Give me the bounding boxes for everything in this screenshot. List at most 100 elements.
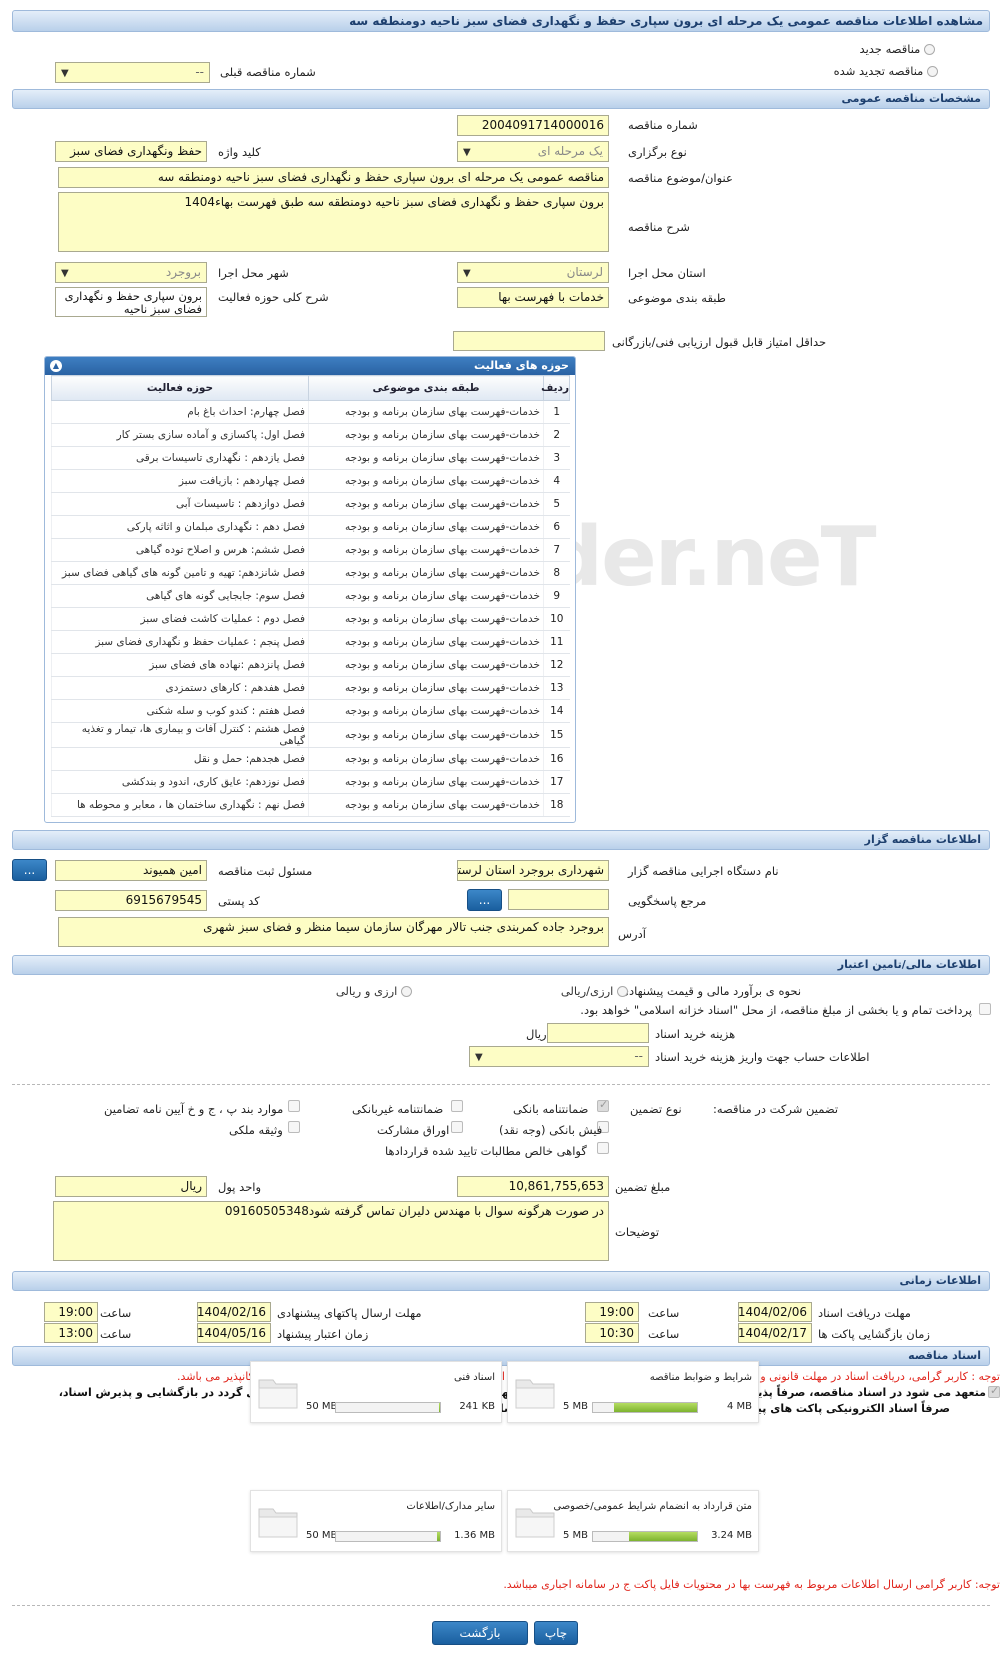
- back-button[interactable]: بازگشت: [432, 1621, 528, 1645]
- category-field[interactable]: خدمات با فهرست بها: [457, 287, 609, 308]
- row-activity: فصل دوازدهم : تاسیسات آبی: [51, 492, 309, 516]
- folder-icon: [258, 1508, 298, 1538]
- doc-deadline-time[interactable]: 19:00: [585, 1302, 639, 1322]
- document-file-card[interactable]: سایر مدارک/اطلاعات 50 MB 1.36 MB: [250, 1490, 502, 1552]
- doc-cost-field[interactable]: [547, 1023, 649, 1043]
- postal-field[interactable]: 6915679545: [55, 890, 207, 911]
- bank-guarantee-checkbox[interactable]: [597, 1098, 609, 1112]
- tender-number-field[interactable]: 2004091714000016: [457, 115, 609, 136]
- reference-field[interactable]: [508, 889, 609, 910]
- table-row: 5 خدمات-فهرست بهای سازمان برنامه و بودجه ف…: [51, 492, 570, 516]
- section-organizer: اطلاعات مناقصه گزار: [12, 830, 990, 850]
- province-select[interactable]: لرستان ▼: [457, 262, 609, 283]
- guarantee-amount-field[interactable]: 10,861,755,653: [457, 1176, 609, 1197]
- new-tender-radio[interactable]: مناقصه جدید: [860, 42, 935, 56]
- divider: [12, 1605, 990, 1606]
- holding-type-select[interactable]: یک مرحله ای ▼: [457, 141, 609, 162]
- prev-number-label: شماره مناقصه قبلی: [220, 65, 316, 79]
- table-row: 6 خدمات-فهرست بهای سازمان برنامه و بودجه ف…: [51, 515, 570, 539]
- document-file-card[interactable]: متن قرارداد به انضمام شرایط عمومی/خصوصی 5…: [507, 1490, 759, 1552]
- radio-currency-and-rial[interactable]: [401, 986, 412, 997]
- treasury-checkbox[interactable]: [979, 1003, 991, 1015]
- validity-date[interactable]: 1404/05/16: [197, 1323, 271, 1343]
- section-general: مشخصات مناقصه عمومی: [12, 89, 990, 109]
- opt-currency-and-rial[interactable]: ارزی و ریالی: [336, 984, 412, 998]
- registrar-label: مسئول ثبت مناقصه: [218, 864, 313, 878]
- property-deposit-checkbox[interactable]: [288, 1121, 300, 1133]
- row-category: خدمات-فهرست بهای سازمان برنامه و بودجه: [308, 561, 544, 585]
- table-row: 7 خدمات-فهرست بهای سازمان برنامه و بودجه ف…: [51, 538, 570, 562]
- keyword-label: کلید واژه: [218, 145, 261, 159]
- registrar-field[interactable]: امین همیوند: [55, 860, 207, 881]
- row-number: 11: [543, 630, 570, 654]
- send-deadline-date[interactable]: 1404/02/16: [197, 1302, 271, 1322]
- city-select[interactable]: بروجرد ▼: [55, 262, 207, 283]
- activities-panel-header[interactable]: حوزه های فعالیت ▲: [45, 357, 575, 375]
- reference-lookup-button[interactable]: ...: [467, 889, 502, 911]
- currency-field[interactable]: ریال: [55, 1176, 207, 1197]
- subject-field[interactable]: مناقصه عمومی یک مرحله ای برون سپاری حفظ …: [58, 167, 609, 188]
- collapse-icon[interactable]: ▲: [50, 360, 62, 372]
- radio-new[interactable]: [924, 44, 935, 55]
- guarantee-amount-label: مبلغ تضمین: [615, 1180, 671, 1194]
- row-number: 8: [543, 561, 570, 585]
- file-current-size: 3.24 MB: [711, 1530, 752, 1541]
- opening-date[interactable]: 1404/02/17: [738, 1323, 812, 1343]
- table-row: 17 خدمات-فهرست بهای سازمان برنامه و بودجه…: [51, 770, 570, 794]
- commitment-checkbox[interactable]: [988, 1384, 1000, 1398]
- file-size-progress: [335, 1402, 441, 1413]
- file-max-size: 5 MB: [563, 1530, 589, 1541]
- row-number: 18: [543, 793, 570, 817]
- table-row: 11 خدمات-فهرست بهای سازمان برنامه و بودجه…: [51, 630, 570, 654]
- securities-checkbox[interactable]: [451, 1121, 463, 1133]
- chevron-down-icon: ▼: [475, 1052, 483, 1063]
- radio-renewed[interactable]: [927, 66, 938, 77]
- document-file-card[interactable]: شرایط و ضوابط مناقصه 5 MB 4 MB: [507, 1361, 759, 1423]
- radio-currency-rial[interactable]: [617, 986, 628, 997]
- table-row: 2 خدمات-فهرست بهای سازمان برنامه و بودجه ف…: [51, 423, 570, 447]
- row-category: خدمات-فهرست بهای سازمان برنامه و بودجه: [308, 584, 544, 608]
- row-activity: فصل هفدهم : کارهای دستمزدی: [51, 676, 309, 700]
- executor-field[interactable]: شهرداری بروجرد استان لرستان: [457, 860, 609, 881]
- bylaw-items-checkbox[interactable]: [288, 1100, 300, 1112]
- account-select[interactable]: -- ▼: [469, 1046, 649, 1067]
- row-activity: فصل دوم : عملیات کاشت فضای سبز: [51, 607, 309, 631]
- prev-number-select[interactable]: -- ▼: [55, 62, 210, 83]
- chevron-down-icon: ▼: [463, 147, 471, 158]
- opening-time[interactable]: 10:30: [585, 1323, 639, 1343]
- bank-receipt-label: فیش بانکی (وجه نقد): [499, 1123, 603, 1137]
- row-number: 12: [543, 653, 570, 677]
- description-field[interactable]: برون سپاری حفظ و نگهداری فضای سبز ناحیه …: [58, 192, 609, 252]
- category-label: طبقه بندی موضوعی: [628, 291, 726, 305]
- notes-field[interactable]: در صورت هرگونه سوال با مهندس دلیران تماس…: [53, 1201, 609, 1261]
- non-bank-guarantee-checkbox[interactable]: [451, 1100, 463, 1112]
- securities-label: اوراق مشارکت: [377, 1123, 450, 1137]
- address-field[interactable]: بروجرد جاده کمربندی جنب تالار مهرگان ساز…: [58, 917, 609, 947]
- print-button[interactable]: چاپ: [534, 1621, 578, 1645]
- opt-currency-rial[interactable]: ارزی/ریالی: [561, 984, 628, 998]
- registrar-lookup-button[interactable]: ...: [12, 859, 47, 881]
- reference-label: مرجع پاسخگویی: [628, 894, 707, 908]
- keyword-field[interactable]: حفظ ونگهداری فضای سبز: [55, 141, 207, 162]
- renewed-tender-radio[interactable]: مناقصه تجدید شده: [834, 64, 938, 78]
- file-size-progress: [592, 1531, 698, 1542]
- min-score-field[interactable]: [453, 331, 605, 351]
- row-category: خدمات-فهرست بهای سازمان برنامه و بودجه: [308, 538, 544, 562]
- row-category: خدمات-فهرست بهای سازمان برنامه و بودجه: [308, 722, 544, 748]
- row-activity: فصل چهارم: احداث باغ بام: [51, 400, 309, 424]
- receivables-cert-checkbox[interactable]: [597, 1142, 609, 1154]
- progress-fill: [613, 1403, 697, 1412]
- row-category: خدمات-فهرست بهای سازمان برنامه و بودجه: [308, 630, 544, 654]
- file-size-progress: [335, 1531, 441, 1542]
- document-file-card[interactable]: اسناد فنی 50 MB 241 KB: [250, 1361, 502, 1423]
- send-deadline-time[interactable]: 19:00: [44, 1302, 98, 1322]
- validity-time[interactable]: 13:00: [44, 1323, 98, 1343]
- activity-desc-field[interactable]: برون سپاری حفظ و نگهداری فضای سبز ناحیه: [55, 287, 207, 317]
- row-category: خدمات-فهرست بهای سازمان برنامه و بودجه: [308, 469, 544, 493]
- row-number: 6: [543, 515, 570, 539]
- doc-deadline-date[interactable]: 1404/02/06: [738, 1302, 812, 1322]
- row-number: 10: [543, 607, 570, 631]
- description-label: شرح مناقصه: [628, 220, 690, 234]
- row-category: خدمات-فهرست بهای سازمان برنامه و بودجه: [308, 653, 544, 677]
- row-category: خدمات-فهرست بهای سازمان برنامه و بودجه: [308, 676, 544, 700]
